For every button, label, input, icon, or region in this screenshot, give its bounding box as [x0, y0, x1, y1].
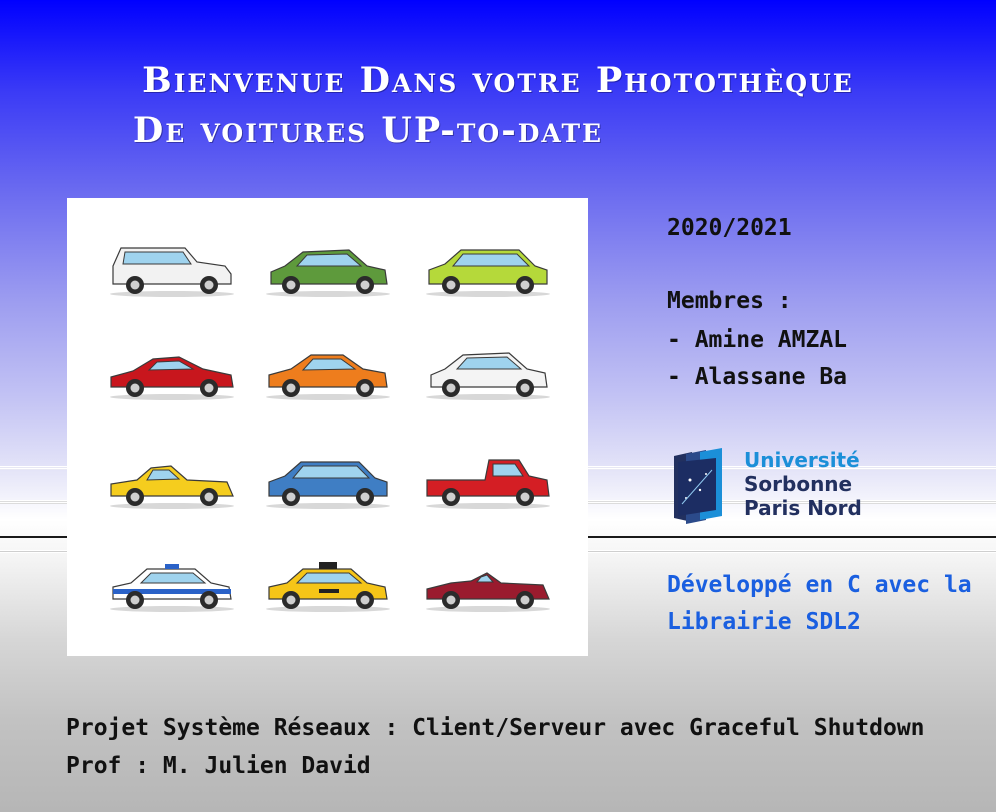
- logo-sorbonne: Sorbonne: [744, 472, 853, 496]
- car-convertible-icon: [423, 553, 553, 615]
- developed-line-1: Développé en C avec la: [667, 572, 972, 598]
- professor-name: Prof : M. Julien David: [66, 753, 371, 779]
- developed-with-text: Développé en C avec la Librairie SDL2: [667, 567, 987, 641]
- car-police-icon: [107, 553, 237, 615]
- member-item: - Alassane Ba: [667, 364, 848, 390]
- car-sport-icon: [107, 341, 237, 403]
- car-coupe-icon: [263, 341, 393, 403]
- title-line-2: De voitures UP-to-date: [132, 110, 604, 151]
- cars-image: [67, 198, 588, 656]
- developed-line-2: Librairie SDL2: [667, 609, 861, 635]
- logo-universite: Université: [744, 448, 860, 472]
- member-item: - Amine AMZAL: [667, 327, 848, 353]
- car-wagon-icon: [423, 238, 553, 300]
- car-roadster-icon: [107, 450, 237, 512]
- university-emblem-icon: [674, 448, 722, 524]
- members-heading: Membres :: [667, 288, 792, 314]
- university-logo: Université Sorbonne Paris Nord: [672, 446, 862, 528]
- car-hatch-icon: [423, 341, 553, 403]
- title-line-1: Bienvenue Dans votre Photothèque: [142, 60, 854, 101]
- logo-paris-nord: Paris Nord: [744, 496, 862, 520]
- school-year: 2020/2021: [667, 215, 792, 241]
- car-suv-icon: [107, 238, 237, 300]
- project-title: Projet Système Réseaux : Client/Serveur …: [66, 715, 925, 741]
- car-wagon-icon: [263, 450, 393, 512]
- car-taxi-icon: [263, 553, 393, 615]
- car-pickup-icon: [423, 450, 553, 512]
- car-hatch-icon: [263, 238, 393, 300]
